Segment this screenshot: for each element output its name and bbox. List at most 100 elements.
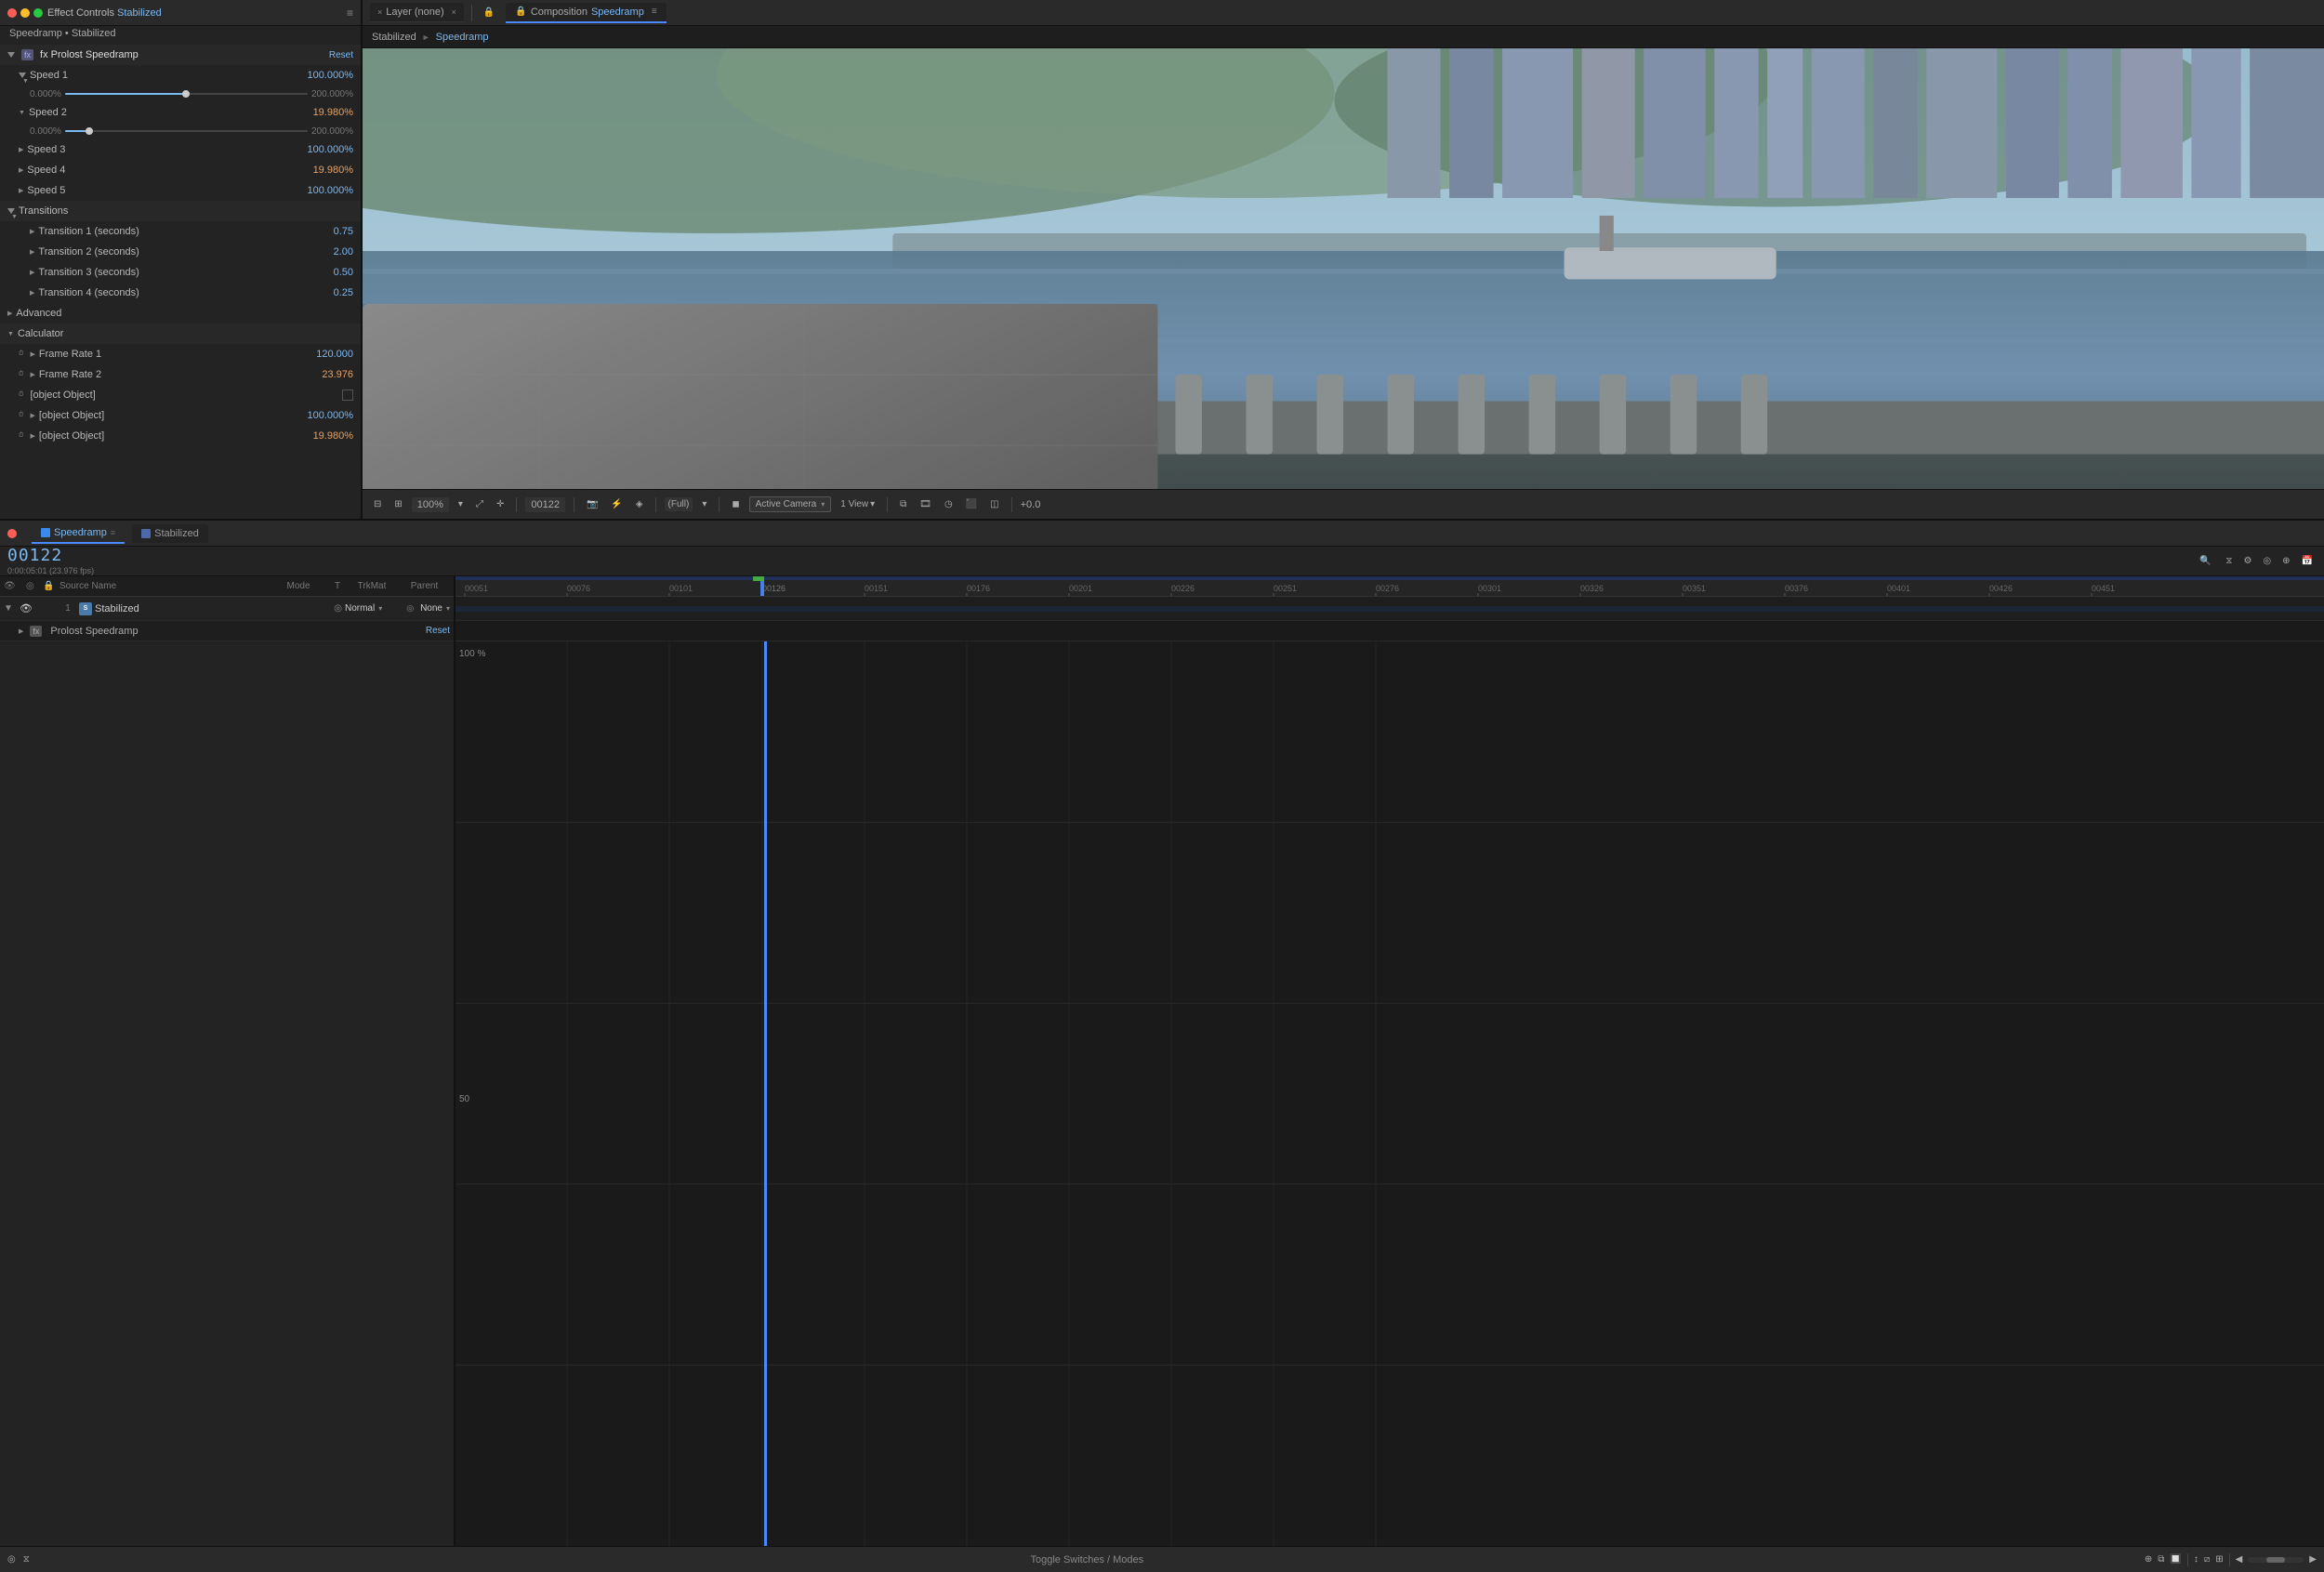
region-of-interest-btn[interactable]: ⊟	[370, 497, 385, 511]
effect-controls-menu[interactable]: ≡	[347, 7, 353, 20]
comp-lock-icon[interactable]: 🔒	[515, 7, 526, 17]
layer1-mode-dropdown[interactable]: Normal ▾	[345, 603, 382, 614]
transparency-btn[interactable]: ◫	[986, 497, 1002, 511]
speed1-thumb[interactable]	[182, 90, 190, 98]
composition-tab[interactable]: 🔒 Composition Speedramp ≡	[506, 3, 666, 23]
grid-btn[interactable]: ⊞	[390, 497, 405, 511]
footer-right-btn6[interactable]: ⊞	[2215, 1554, 2223, 1565]
stabilized-tab-label[interactable]: Stabilized	[154, 528, 199, 539]
transition3-value[interactable]: 0.50	[288, 267, 353, 278]
result-stopwatch[interactable]: ⏱	[19, 432, 23, 440]
prolost-reset-button[interactable]: Reset	[329, 50, 353, 60]
framerate1-stopwatch[interactable]: ⏱	[19, 350, 23, 358]
result-value[interactable]: 19.980%	[288, 430, 353, 442]
breadcrumb-current[interactable]: Speedramp	[436, 32, 489, 43]
transitions-collapse-icon[interactable]: ▼	[7, 208, 15, 214]
timeline-ctrl4[interactable]: ⊕	[2278, 554, 2293, 568]
timeline-close-dot[interactable]	[7, 529, 17, 538]
snap-btn[interactable]: ✛	[493, 497, 508, 511]
framerate1-value[interactable]: 120.000	[288, 349, 353, 360]
footer-right-btn5[interactable]: ⧄	[2204, 1554, 2210, 1565]
footer-right-btn3[interactable]: 🔲	[2170, 1554, 2181, 1565]
speed2-value[interactable]: 19.980%	[288, 107, 353, 118]
fudge-value[interactable]: 100.000%	[288, 410, 353, 421]
sublayer-expand-icon[interactable]: ▶	[19, 627, 23, 635]
fit-btn[interactable]: ⤢	[472, 497, 487, 511]
footer-right-btn2[interactable]: ⧉	[2158, 1554, 2164, 1565]
stabilized-tab[interactable]: Stabilized	[132, 524, 208, 543]
transition4-value[interactable]: 0.25	[288, 287, 353, 298]
transition3-icon[interactable]: ▶	[30, 269, 34, 276]
toggle-switches-btn[interactable]: Toggle Switches / Modes	[1030, 1554, 1143, 1565]
active-camera-btn[interactable]: Active Camera ▾	[749, 496, 832, 512]
transition2-icon[interactable]: ▶	[30, 248, 34, 256]
speed2-expand-icon[interactable]: ▼	[19, 110, 25, 116]
speed3-icon[interactable]: ▶	[19, 146, 23, 153]
quality-dropdown-btn[interactable]: ▾	[698, 497, 710, 511]
framerate2-stopwatch[interactable]: ⏱	[19, 371, 23, 378]
layer1-parent-dropdown[interactable]: None ▾	[420, 603, 450, 614]
composition-tab-menu[interactable]: ≡	[652, 7, 657, 17]
speed1-expand-icon[interactable]: ▼	[19, 73, 26, 78]
speed5-value[interactable]: 100.000%	[288, 185, 353, 196]
lock-icon[interactable]: 🔒	[483, 7, 495, 18]
composition-tab-label[interactable]: Composition	[531, 7, 588, 18]
prolost-collapse-icon[interactable]	[7, 52, 15, 58]
scroll-left-btn[interactable]: ◀	[2236, 1554, 2243, 1565]
timeline-ctrl1[interactable]: ⧖	[2222, 554, 2236, 568]
snapshot-btn[interactable]: 🎞	[916, 497, 935, 511]
render-btn[interactable]: ⧉	[896, 497, 910, 511]
speed1-value[interactable]: 100.000%	[288, 70, 353, 81]
scroll-track[interactable]	[2248, 1557, 2304, 1563]
timeline-ctrl3[interactable]: ◎	[2259, 554, 2275, 568]
speed3-value[interactable]: 100.000%	[288, 144, 353, 155]
layer-tab-label[interactable]: Layer (none)	[386, 7, 443, 18]
framerate2-icon[interactable]: ▶	[30, 371, 34, 378]
calculator-collapse-icon[interactable]: ▼	[7, 331, 14, 337]
footer-btn2[interactable]: ⧖	[23, 1554, 30, 1565]
zoom-dropdown-btn[interactable]: ▾	[455, 497, 467, 511]
close-dot[interactable]	[7, 8, 17, 18]
layer1-motion-blur[interactable]: ◎	[334, 603, 342, 614]
speed2-thumb[interactable]	[86, 127, 93, 135]
layer-tab-close[interactable]: ×	[452, 7, 456, 17]
framerate2-value[interactable]: 23.976	[288, 369, 353, 380]
scroll-right-btn[interactable]: ▶	[2309, 1554, 2317, 1565]
trim-btn[interactable]: ⬛	[962, 497, 981, 511]
fudge-icon[interactable]: ▶	[30, 412, 34, 419]
timeline-ctrl2[interactable]: ⚙	[2239, 554, 2255, 568]
search-btn[interactable]: 🔍	[2196, 554, 2214, 568]
speed5-icon[interactable]: ▶	[19, 187, 23, 194]
advanced-icon[interactable]: ▶	[7, 310, 12, 317]
footer-btn1[interactable]: ◎	[7, 1554, 16, 1565]
motion-blur-btn[interactable]: ⚡	[607, 497, 626, 511]
speedramp-tab-menu[interactable]: ≡	[111, 528, 115, 537]
result-icon[interactable]: ▶	[30, 432, 34, 440]
breadcrumb-parent[interactable]: Stabilized	[372, 32, 416, 43]
quality-display[interactable]: (Full)	[665, 497, 693, 511]
views-btn[interactable]: 1 View▾	[837, 497, 878, 511]
framerate1-icon[interactable]: ▶	[30, 350, 34, 358]
transition1-icon[interactable]: ▶	[30, 228, 34, 235]
channels-btn[interactable]: ◼	[728, 497, 743, 511]
speed2-track[interactable]	[65, 130, 308, 132]
speedramp-tab[interactable]: Speedramp ≡	[32, 523, 125, 544]
camera-btn[interactable]: 📷	[583, 497, 601, 511]
sublayer-reset-btn[interactable]: Reset	[426, 626, 450, 636]
transition4-icon[interactable]: ▶	[30, 289, 34, 297]
minimize-dot[interactable]	[20, 8, 30, 18]
layer-tab[interactable]: × Layer (none) ×	[370, 3, 464, 22]
footer-right-btn1[interactable]: ⊕	[2145, 1554, 2152, 1565]
speed1-track[interactable]	[65, 93, 308, 95]
zoom-display[interactable]: 100%	[412, 497, 449, 512]
close-icon[interactable]: ×	[377, 7, 382, 17]
show-snapshot-btn[interactable]: ◷	[941, 497, 957, 511]
timeline-ctrl5[interactable]: 📅	[2298, 554, 2317, 568]
transition2-value[interactable]: 2.00	[288, 246, 353, 258]
layer1-expand-icon[interactable]: ▼	[4, 603, 17, 614]
fudge-stopwatch[interactable]: ⏱	[19, 412, 23, 419]
timecode-display[interactable]: 00122	[525, 497, 565, 512]
speed4-value[interactable]: 19.980%	[288, 165, 353, 176]
timeline-ruler[interactable]: 00051 00076 00101 00126 00151 00176	[456, 576, 2324, 597]
exposure-display[interactable]: +0.0	[1021, 499, 1041, 510]
